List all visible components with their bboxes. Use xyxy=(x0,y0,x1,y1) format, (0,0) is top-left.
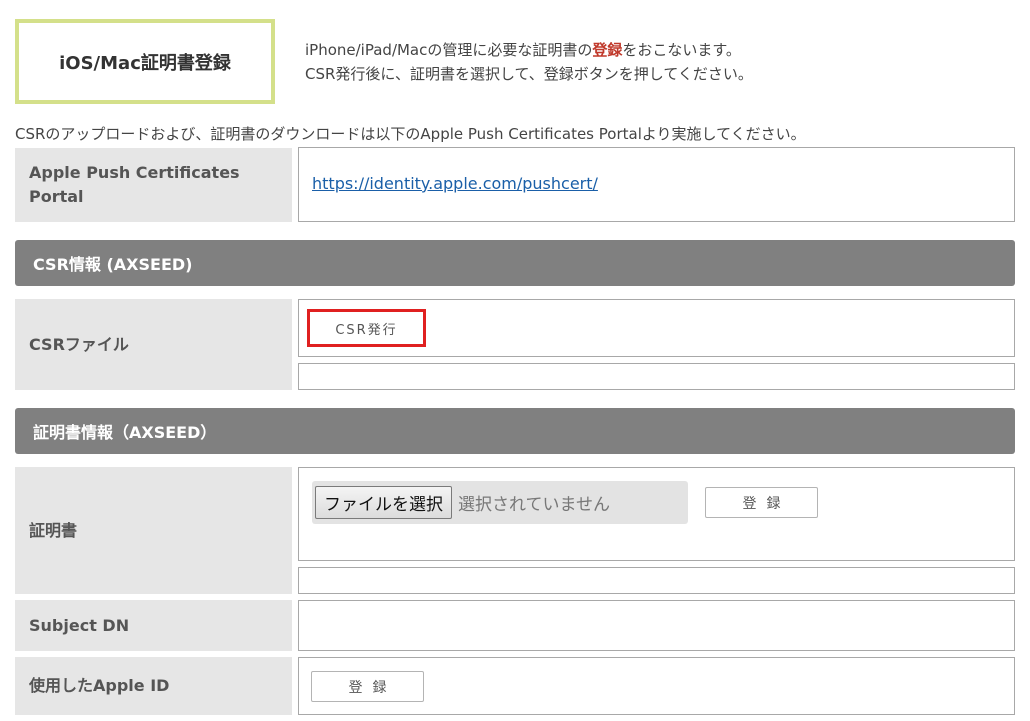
portal-link[interactable]: https://identity.apple.com/pushcert/ xyxy=(312,174,598,193)
intro-line-1-after: をおこないます。 xyxy=(622,41,741,59)
subject-dn-label-text: Subject DN xyxy=(29,615,130,635)
cert-file-cell: ファイルを選択 選択されていません 登録 xyxy=(298,467,1015,561)
cert-status-cell xyxy=(298,567,1015,594)
apple-id-label: 使用したApple ID xyxy=(15,657,292,715)
cert-section-header: 証明書情報（AXSEED） xyxy=(15,408,1015,454)
intro-line-2: CSR発行後に、証明書を選択して、登録ボタンを押してください。 xyxy=(305,65,753,83)
csr-file-label: CSRファイル xyxy=(15,299,292,390)
csr-section-title: CSR情報 (AXSEED) xyxy=(33,255,193,274)
page-title: iOS/Mac証明書登録 xyxy=(59,52,231,74)
portal-label: Apple Push Certificates Portal xyxy=(15,148,292,222)
cert-label-text: 証明書 xyxy=(29,520,78,540)
portal-label-text: Apple Push Certificates Portal xyxy=(29,163,240,206)
cert-section-title: 証明書情報（AXSEED） xyxy=(33,423,217,442)
page-title-box: iOS/Mac証明書登録 xyxy=(15,19,275,104)
csr-issue-button[interactable]: CSR発行 xyxy=(307,309,426,347)
apple-id-register-button[interactable]: 登録 xyxy=(311,671,424,702)
apple-id-label-text: 使用したApple ID xyxy=(29,676,170,695)
subject-dn-label: Subject DN xyxy=(15,600,292,651)
csr-file-label-text: CSRファイル xyxy=(29,334,129,354)
cert-file-input[interactable]: ファイルを選択 選択されていません xyxy=(312,481,688,524)
intro-line-1-before: iPhone/iPad/Macの管理に必要な証明書の xyxy=(305,41,593,59)
csr-status-cell xyxy=(298,363,1015,390)
csr-section-header: CSR情報 (AXSEED) xyxy=(15,240,1015,286)
csr-file-cell: CSR発行 xyxy=(298,299,1015,357)
apple-id-cell: 登録 xyxy=(298,657,1015,715)
intro-highlight: 登録 xyxy=(592,41,623,59)
choose-file-button[interactable]: ファイルを選択 xyxy=(315,486,452,519)
cert-label: 証明書 xyxy=(15,467,292,594)
intro-text: iPhone/iPad/Macの管理に必要な証明書の登録をおこないます。 CSR… xyxy=(305,38,753,86)
file-status-text: 選択されていません xyxy=(458,495,610,515)
portal-value-cell: https://identity.apple.com/pushcert/ xyxy=(298,147,1015,222)
cert-register-button[interactable]: 登録 xyxy=(705,487,818,518)
portal-note: CSRのアップロードおよび、証明書のダウンロードは以下のApple Push C… xyxy=(15,125,806,143)
subject-dn-value xyxy=(298,600,1015,651)
intro-line-1: iPhone/iPad/Macの管理に必要な証明書の登録をおこないます。 xyxy=(305,38,753,62)
